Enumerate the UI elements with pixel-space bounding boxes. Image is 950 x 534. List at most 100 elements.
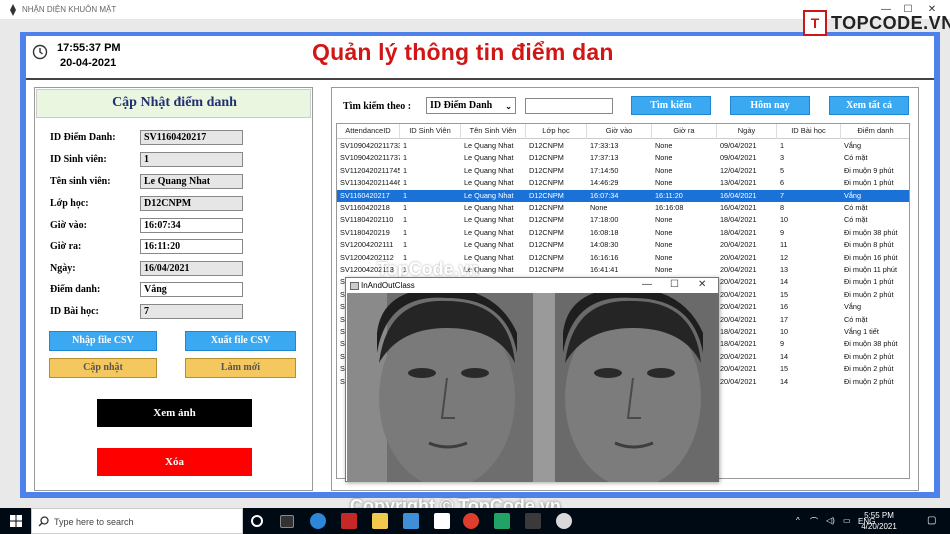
network-icon[interactable]: ⌒ <box>810 516 818 527</box>
pycharm-icon[interactable] <box>494 513 510 529</box>
column-header[interactable]: Ngày <box>717 124 777 139</box>
form-input[interactable]: 16:07:34 <box>140 218 243 233</box>
form-input[interactable]: 1 <box>140 152 243 167</box>
taskbar: Type here to search ^ ⌒ ◁) ▭ ENG 5:55 PM… <box>0 508 950 534</box>
form-input[interactable]: SV1160420217 <box>140 130 243 145</box>
python-icon[interactable] <box>525 513 541 529</box>
table-cell: 1 <box>403 178 408 188</box>
table-cell: 14 <box>780 376 789 386</box>
form-label: Ngày: <box>50 263 76 274</box>
today-button[interactable]: Hôm nay <box>730 96 810 115</box>
table-cell: D12CNPM <box>529 178 564 188</box>
table-row[interactable]: SV1120420211745 1 Le Quang Nhat D12CNPM 17:1… <box>337 165 909 177</box>
task-view-icon[interactable] <box>251 515 263 527</box>
column-header[interactable]: AttendanceID <box>337 124 400 139</box>
widgets-icon[interactable] <box>280 515 294 528</box>
table-cell: 5 <box>780 165 785 175</box>
table-cell: 14:08:30 <box>590 240 619 250</box>
table-cell: Le Quang Nhat <box>464 165 514 175</box>
form-input[interactable]: Vắng <box>140 282 243 297</box>
table-cell: Đi muộn 2 phút <box>844 364 894 374</box>
column-header[interactable]: Lớp học <box>526 124 587 139</box>
form-input[interactable]: 7 <box>140 304 243 319</box>
table-cell: 1 <box>403 240 408 250</box>
table-cell: 14 <box>780 277 789 287</box>
column-header[interactable]: Tên Sinh Viên <box>461 124 526 139</box>
update-button[interactable]: Cập nhật <box>49 358 157 378</box>
tray-time[interactable]: 5:55 PM <box>860 511 898 520</box>
table-cell: 20/04/2021 <box>720 364 757 374</box>
app-icon-red[interactable] <box>341 513 357 529</box>
table-row[interactable]: SV120042021​11 1 Le Quang Nhat D12CNPM 14:08… <box>337 239 909 251</box>
windows-start-icon[interactable] <box>10 515 22 527</box>
camera-minimize-button[interactable]: — <box>642 279 652 290</box>
table-row[interactable]: SV1160420217 1 Le Quang Nhat D12CNPM 16:07:3… <box>337 189 909 202</box>
taskbar-search[interactable]: Type here to search <box>31 508 243 534</box>
table-cell: D12CNPM <box>529 203 564 212</box>
view-all-button[interactable]: Xem tất cả <box>829 96 909 115</box>
search-button[interactable]: Tìm kiếm <box>631 96 711 115</box>
search-input[interactable] <box>525 98 613 114</box>
column-header[interactable]: ID Sinh Viên <box>400 124 461 139</box>
form-label: Lớp học: <box>50 198 89 209</box>
table-cell: D12CNPM <box>529 153 564 163</box>
page-title: Quản lý thông tin điểm dan <box>312 39 614 65</box>
form-label: ID Bài học: <box>50 306 99 317</box>
camera-close-button[interactable]: ✕ <box>698 279 706 290</box>
table-cell: 20/04/2021 <box>720 252 757 262</box>
table-cell: None <box>655 141 673 150</box>
table-cell: Đi muộn 1 phút <box>844 178 894 188</box>
table-cell: SV1160420218 <box>340 203 390 212</box>
table-row[interactable]: SV1160420218 1 Le Quang Nhat D12CNPM None 16:… <box>337 202 909 214</box>
form-input[interactable]: 16:11:20 <box>140 239 243 254</box>
export-csv-button[interactable]: Xuất file CSV <box>185 331 296 351</box>
table-row[interactable]: SV1090420211733 1 Le Quang Nhat D12CNPM 17:3… <box>337 140 909 152</box>
table-cell: Đi muộn 16 phút <box>844 252 898 262</box>
search-icon <box>38 516 49 527</box>
delete-button[interactable]: Xóa <box>97 448 252 476</box>
table-cell: 17:33:13 <box>590 141 619 150</box>
edge-icon[interactable] <box>310 513 326 529</box>
volume-icon[interactable]: ◁) <box>826 516 835 525</box>
notification-icon[interactable]: ▢ <box>927 515 936 526</box>
column-header[interactable]: Giờ ra <box>652 124 717 139</box>
form-input[interactable]: D12CNPM <box>140 196 243 211</box>
app-icon <box>10 4 16 16</box>
table-cell: Đi muộn 38 phút <box>844 227 898 237</box>
table-cell: 16:16:08 <box>655 203 684 212</box>
table-cell: 18/04/2021 <box>720 327 757 336</box>
edit-panel-title: Cập Nhật điểm danh <box>112 95 237 110</box>
form-input[interactable]: Le Quang Nhat <box>140 174 243 189</box>
file-explorer-icon[interactable] <box>372 513 388 529</box>
taskbar-search-placeholder: Type here to search <box>54 517 134 527</box>
table-row[interactable]: SV1090420211737 1 Le Quang Nhat D12CNPM 17:3… <box>337 152 909 164</box>
table-cell: Có mặt <box>844 215 868 225</box>
store-icon[interactable] <box>434 513 450 529</box>
camera-feed-image <box>347 293 719 482</box>
table-cell: D12CNPM <box>529 227 564 237</box>
table-cell: 16:16:16 <box>590 252 619 262</box>
table-cell: 15 <box>780 289 789 299</box>
column-header[interactable]: ID Bài học <box>777 124 841 139</box>
import-csv-button[interactable]: Nhập file CSV <box>49 331 157 351</box>
table-row[interactable]: SV1130420211446 1 Le Quang Nhat D12CNPM 14:4… <box>337 177 909 189</box>
table-cell: SV1180420219 <box>340 227 390 237</box>
table-row[interactable]: SV1180420211​0 1 Le Quang Nhat D12CNPM 17:18… <box>337 214 909 226</box>
column-header[interactable]: Điểm danh <box>841 124 909 139</box>
refresh-button[interactable]: Làm mới <box>185 358 296 378</box>
view-image-button[interactable]: Xem ảnh <box>97 399 252 427</box>
chrome-icon[interactable] <box>463 513 479 529</box>
table-cell: 10 <box>780 327 789 336</box>
camera-maximize-button[interactable]: ☐ <box>670 279 679 290</box>
form-input[interactable]: 16/04/2021 <box>140 261 243 276</box>
tray-chevron-icon[interactable]: ^ <box>796 516 800 525</box>
form-label: Giờ ra: <box>50 241 82 252</box>
battery-icon[interactable]: ▭ <box>843 516 851 525</box>
tray-date[interactable]: 4/20/2021 <box>858 522 900 531</box>
table-cell: 17:14:50 <box>590 165 619 175</box>
search-field-select[interactable]: ID Điểm Danh ⌄ <box>426 97 516 114</box>
table-row[interactable]: SV1180420219 1 Le Quang Nhat D12CNPM 16:08:1… <box>337 227 909 239</box>
app-icon-face[interactable] <box>556 513 572 529</box>
mail-icon[interactable] <box>403 513 419 529</box>
column-header[interactable]: Giờ vào <box>587 124 652 139</box>
